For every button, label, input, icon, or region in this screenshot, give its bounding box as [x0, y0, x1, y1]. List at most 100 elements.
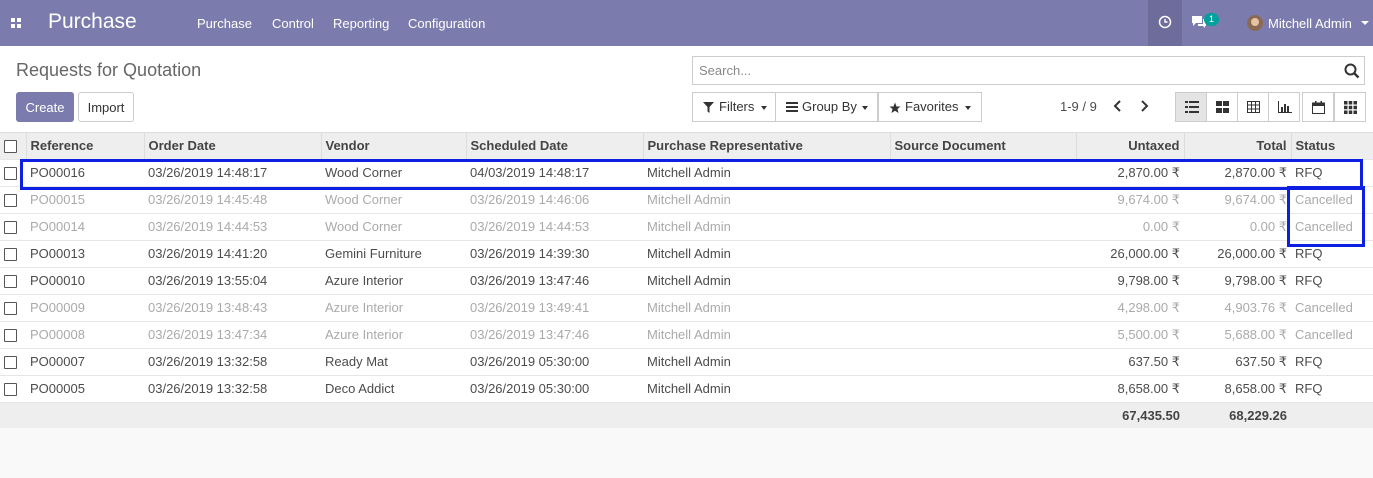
row-checkbox[interactable]: [0, 239, 26, 267]
cell-source-document: [890, 374, 1076, 402]
cell-total: 5,688.00 ₹: [1184, 320, 1291, 348]
cell-untaxed: 9,674.00 ₹: [1076, 185, 1184, 213]
untaxed-total: 67,435.50: [1076, 401, 1184, 428]
activity-clock-icon[interactable]: [1148, 0, 1182, 46]
kanban-view-button[interactable]: [1206, 92, 1238, 122]
column-reference[interactable]: Reference: [25, 133, 144, 159]
list-view-icon: [1185, 101, 1199, 113]
calendar-icon: [1312, 101, 1325, 114]
favorites-dropdown[interactable]: Favorites: [878, 92, 982, 122]
pager-previous-icon[interactable]: [1110, 98, 1126, 114]
menu-reporting[interactable]: Reporting: [333, 16, 389, 31]
cell-purchase-representative: Mitchell Admin: [643, 374, 890, 402]
search-box[interactable]: [692, 56, 1365, 85]
graph-view-button[interactable]: [1268, 92, 1300, 122]
app-brand[interactable]: Purchase: [48, 10, 137, 34]
cell-total: 2,870.00 ₹: [1184, 158, 1291, 186]
cell-vendor: Azure Interior: [321, 266, 466, 294]
cell-status: Cancelled: [1291, 185, 1373, 213]
cell-purchase-representative: Mitchell Admin: [643, 239, 890, 267]
cell-order-date: 03/26/2019 13:55:04: [144, 266, 321, 294]
cell-status: RFQ: [1291, 374, 1373, 402]
column-untaxed[interactable]: Untaxed: [1075, 133, 1184, 159]
pager-value[interactable]: 1-9 / 9: [1060, 99, 1097, 114]
cell-status: Cancelled: [1291, 293, 1373, 321]
cell-status: RFQ: [1291, 239, 1373, 267]
import-button[interactable]: Import: [78, 92, 134, 122]
apps-menu-icon[interactable]: [0, 0, 32, 46]
column-total[interactable]: Total: [1183, 133, 1291, 159]
column-scheduled-date[interactable]: Scheduled Date: [465, 133, 643, 159]
select-all-checkbox[interactable]: [0, 133, 26, 159]
column-vendor[interactable]: Vendor: [320, 133, 466, 159]
bar-chart-icon: [1278, 101, 1292, 113]
table-row[interactable]: PO00014 03/26/2019 14:44:53 Wood Corner 03/…: [0, 212, 1373, 240]
table-row[interactable]: PO00005 03/26/2019 13:32:58 Deco Addict 03/…: [0, 374, 1373, 402]
cell-vendor: Wood Corner: [321, 185, 466, 213]
search-input[interactable]: [697, 62, 1331, 79]
group-by-icon: [786, 102, 798, 112]
table-row[interactable]: PO00009 03/26/2019 13:48:43 Azure Interior…: [0, 293, 1373, 321]
pager-next-icon[interactable]: [1136, 98, 1152, 114]
cell-source-document: [890, 158, 1076, 186]
cell-vendor: Gemini Furniture: [321, 239, 466, 267]
cell-source-document: [890, 347, 1076, 375]
calendar-view-button[interactable]: [1302, 92, 1334, 122]
table-row[interactable]: PO00016 03/26/2019 14:48:17 Wood Corner 04/…: [0, 158, 1373, 186]
cell-scheduled-date: 03/26/2019 13:47:46: [466, 320, 643, 348]
cell-source-document: [890, 212, 1076, 240]
row-checkbox[interactable]: [0, 266, 26, 294]
pivot-view-button[interactable]: [1334, 92, 1366, 122]
cell-reference: PO00007: [26, 347, 144, 375]
cell-status: Cancelled: [1291, 320, 1373, 348]
list-view-button[interactable]: [1175, 92, 1207, 122]
row-checkbox[interactable]: [0, 293, 26, 321]
filters-dropdown[interactable]: Filters: [692, 92, 776, 122]
table-view-button[interactable]: [1237, 92, 1269, 122]
cell-scheduled-date: 03/26/2019 14:44:53: [466, 212, 643, 240]
filters-caret-icon: [761, 106, 767, 110]
user-avatar[interactable]: [1247, 15, 1263, 31]
menu-purchase[interactable]: Purchase: [197, 16, 252, 31]
column-source-document[interactable]: Source Document: [889, 133, 1076, 159]
chat-count-badge: 1: [1204, 13, 1220, 26]
cell-purchase-representative: Mitchell Admin: [643, 185, 890, 213]
cell-scheduled-date: 03/26/2019 13:49:41: [466, 293, 643, 321]
group-by-dropdown[interactable]: Group By: [775, 92, 878, 122]
column-status[interactable]: Status: [1290, 133, 1373, 159]
kanban-view-icon: [1216, 101, 1229, 113]
user-name[interactable]: Mitchell Admin: [1268, 16, 1352, 31]
table-row[interactable]: PO00007 03/26/2019 13:32:58 Ready Mat 03/26…: [0, 347, 1373, 375]
row-checkbox[interactable]: [0, 320, 26, 348]
rfq-table: Reference Order Date Vendor Scheduled Da…: [0, 133, 1373, 428]
row-checkbox[interactable]: [0, 185, 26, 213]
cell-total: 8,658.00 ₹: [1184, 374, 1291, 402]
cell-order-date: 03/26/2019 13:32:58: [144, 347, 321, 375]
row-checkbox[interactable]: [0, 347, 26, 375]
cell-total: 0.00 ₹: [1184, 212, 1291, 240]
cell-source-document: [890, 266, 1076, 294]
column-order-date[interactable]: Order Date: [143, 133, 321, 159]
table-row[interactable]: PO00008 03/26/2019 13:47:34 Azure Interior…: [0, 320, 1373, 348]
user-caret-icon[interactable]: [1361, 21, 1369, 25]
cell-untaxed: 637.50 ₹: [1076, 347, 1184, 375]
row-checkbox[interactable]: [0, 158, 26, 186]
control-panel: Requests for Quotation Create Import Fil…: [0, 46, 1373, 133]
cell-scheduled-date: 04/03/2019 14:48:17: [466, 158, 643, 186]
menu-configuration[interactable]: Configuration: [408, 16, 485, 31]
cell-untaxed: 9,798.00 ₹: [1076, 266, 1184, 294]
table-row[interactable]: PO00010 03/26/2019 13:55:04 Azure Interior…: [0, 266, 1373, 294]
cell-reference: PO00008: [26, 320, 144, 348]
column-purchase-representative[interactable]: Purchase Representative: [642, 133, 890, 159]
search-icon[interactable]: [1344, 63, 1360, 79]
cell-total: 9,798.00 ₹: [1184, 266, 1291, 294]
table-row[interactable]: PO00013 03/26/2019 14:41:20 Gemini Furnitu…: [0, 239, 1373, 267]
menu-control[interactable]: Control: [272, 16, 314, 31]
cell-untaxed: 5,500.00 ₹: [1076, 320, 1184, 348]
cell-order-date: 03/26/2019 14:44:53: [144, 212, 321, 240]
table-row[interactable]: PO00015 03/26/2019 14:45:48 Wood Corner 03/…: [0, 185, 1373, 213]
row-checkbox[interactable]: [0, 212, 26, 240]
row-checkbox[interactable]: [0, 374, 26, 402]
create-button[interactable]: Create: [16, 92, 74, 122]
pivot-grid-icon: [1344, 101, 1357, 114]
